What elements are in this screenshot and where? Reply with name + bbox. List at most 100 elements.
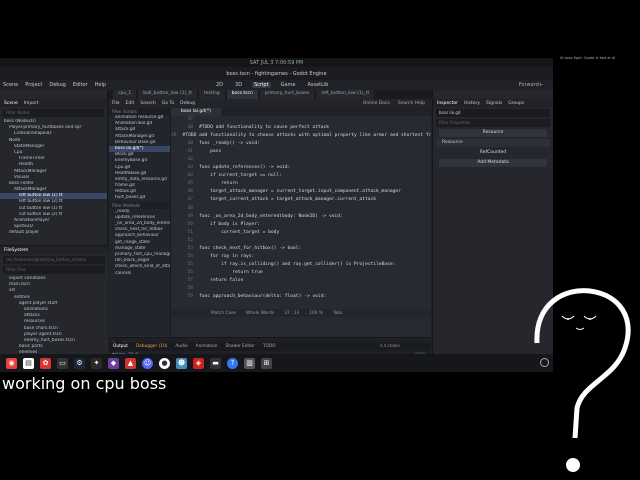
ethereum-icon[interactable]: ◆ (108, 357, 119, 369)
files-icon[interactable]: ▤ (23, 357, 34, 369)
aseprite-icon[interactable]: ◈ (193, 357, 204, 369)
workspace-script[interactable]: Script (252, 82, 271, 88)
scene-tab[interactable]: ball_button_low (1)_tt (138, 90, 198, 99)
workspace-assetlib[interactable]: AssetLib (305, 82, 330, 88)
scene-tab[interactable]: testing (199, 90, 225, 99)
tab-animation[interactable]: Animation (196, 344, 218, 349)
code-line[interactable]: 52 (171, 237, 431, 245)
workspace-2d[interactable]: 2D (214, 82, 225, 88)
code-line[interactable]: 54 for ray in rays: (171, 253, 431, 261)
whole-words-checkbox[interactable]: Whole Words (246, 311, 274, 316)
code-line[interactable]: 38 #TODO add functionality to cause perfe… (171, 124, 431, 132)
search-help-button[interactable]: Search Help (398, 101, 425, 106)
code-line[interactable]: 49 func _on_area_2d_body_entered(body: No… (171, 213, 431, 221)
menu-edit[interactable]: Edit (126, 101, 135, 106)
menu-script-debug[interactable]: Debug (180, 101, 195, 106)
tab-scene[interactable]: Scene (4, 101, 18, 106)
menu-help[interactable]: Help (95, 82, 106, 88)
code-line[interactable]: 39 #TODO add functionality to choose atta… (171, 132, 431, 140)
line-text: return true (199, 269, 263, 275)
menu-debug[interactable]: Debug (49, 82, 65, 88)
renderer-select[interactable]: Forward+ (519, 82, 543, 88)
tab-output[interactable]: Output (113, 344, 128, 349)
tab-history[interactable]: History (464, 101, 480, 106)
help-icon[interactable]: ? (227, 357, 238, 369)
obs-icon[interactable]: ● (159, 357, 170, 369)
code-line[interactable]: 55 if ray.is_colliding() and ray.get_col… (171, 261, 431, 269)
code-line[interactable]: 48 (171, 205, 431, 213)
tab-todo[interactable]: TODO (263, 344, 276, 349)
code-line[interactable]: 50 if body is Player: (171, 221, 431, 229)
match-case-checkbox[interactable]: Match Case (211, 311, 236, 316)
menu-file[interactable]: File (112, 101, 120, 106)
code-line[interactable]: 51 current_target = body (171, 229, 431, 237)
tab-import[interactable]: Import (24, 101, 39, 106)
gallery-icon[interactable]: ✿ (40, 357, 51, 369)
menu-search[interactable]: Search (140, 101, 155, 106)
filter-scripts-input[interactable]: Filter Scripts (109, 108, 170, 115)
menu-goto[interactable]: Go To (162, 101, 174, 106)
code-line[interactable]: 58 (171, 285, 431, 293)
line-number: 53 (187, 245, 193, 251)
workspace-game[interactable]: Game (279, 82, 298, 88)
trash-icon[interactable]: ▥ (244, 357, 255, 369)
filter-nodes-input[interactable]: Filter Nodes (3, 109, 104, 117)
code-line[interactable]: 37 (171, 116, 431, 124)
filter-properties-input[interactable]: Filter Properties (436, 119, 550, 127)
code-line[interactable]: 43 func update_references() -> void: (171, 164, 431, 172)
menu-project[interactable]: Project (25, 82, 42, 88)
terminal-icon[interactable]: ▭ (57, 357, 68, 369)
online-docs-button[interactable]: Online Docs (363, 101, 390, 106)
fs-path-input[interactable]: res://enemies/ghost/cpu_button_actions (3, 256, 105, 264)
script-tab-active[interactable]: boss lai.gd(*) (171, 108, 221, 116)
resource-section[interactable]: Resource (436, 139, 550, 147)
resource-button[interactable]: Resource (439, 129, 547, 137)
indent-mode[interactable]: Tabs (333, 311, 343, 316)
scene-tab[interactable]: primary_hurt_boxes (259, 90, 315, 99)
discord-icon[interactable]: ☺ (142, 357, 153, 369)
add-metadata-button[interactable]: Add Metadata (439, 159, 547, 167)
method-list-item[interactable]: check_which_kind_of_attack (109, 264, 170, 270)
workspace-3d[interactable]: 3D (233, 82, 244, 88)
code-line[interactable]: 47 target_current_attack = target_attack… (171, 196, 431, 204)
filter-methods-input[interactable]: Filter Methods (109, 201, 170, 209)
window-icon[interactable]: ▬ (210, 357, 221, 369)
code-line[interactable]: 41 pass (171, 148, 431, 156)
code-line[interactable]: 40 func _ready() -> void: (171, 140, 431, 148)
line-text: #TODO add functionality to choose attack… (182, 133, 431, 139)
godot-icon[interactable]: ☻ (176, 357, 187, 369)
apps-grid-icon[interactable]: ⊞ (261, 357, 272, 369)
code-line[interactable]: 53 func check_next_for_hitbox() -> bool: (171, 245, 431, 253)
clock[interactable]: SAT JUL 3 7:00:59 PM (250, 60, 303, 66)
code-line[interactable]: 46 target_attack_manager = current_targe… (171, 188, 431, 196)
tool-icon[interactable]: ✦ (91, 357, 102, 369)
filter-files-input[interactable]: Filter Files (3, 266, 105, 274)
tab-inspector[interactable]: Inspector (437, 101, 458, 106)
filesystem-title[interactable]: FileSystem (4, 248, 28, 253)
scene-tab-active[interactable]: boss.tscn (226, 90, 258, 99)
vivaldi-icon[interactable]: ◉ (6, 357, 17, 369)
code-line[interactable]: 59 func approach_behaviour(delta: float) … (171, 293, 431, 301)
menu-editor[interactable]: Editor (73, 82, 88, 88)
steam-icon[interactable]: ⚙ (74, 357, 85, 369)
code-line[interactable]: 45 return (171, 180, 431, 188)
scene-tab[interactable]: left_button_low (1)_tt (316, 90, 375, 99)
method-list-item[interactable]: cancels (109, 271, 170, 277)
code-line[interactable]: 42 (171, 156, 431, 164)
tab-shader-editor[interactable]: Shader Editor (226, 344, 255, 349)
inspected-file[interactable]: boss lai.gd (436, 109, 550, 117)
code-line[interactable]: 56 return true (171, 269, 431, 277)
tab-signals[interactable]: Signals (486, 101, 502, 106)
tab-debugger[interactable]: Debugger (10) (136, 344, 167, 349)
app-icon[interactable]: ▲ (125, 357, 136, 369)
scene-tab[interactable]: cpu_1 (113, 90, 137, 99)
code-line[interactable]: 44 if current_target == null: (171, 172, 431, 180)
menu-scene[interactable]: Scene (3, 82, 18, 88)
tab-audio[interactable]: Audio (175, 344, 187, 349)
code-line[interactable]: 57 return false (171, 277, 431, 285)
script-tab-bar: boss lai.gd(*) (171, 108, 431, 116)
scene-tree-node[interactable]: default player (0, 230, 107, 236)
code-editor[interactable]: 37 38 #TODO add functionality to cause per… (171, 116, 431, 309)
tab-groups[interactable]: Groups (508, 101, 524, 106)
zoom-level[interactable]: 100 % (309, 311, 323, 316)
